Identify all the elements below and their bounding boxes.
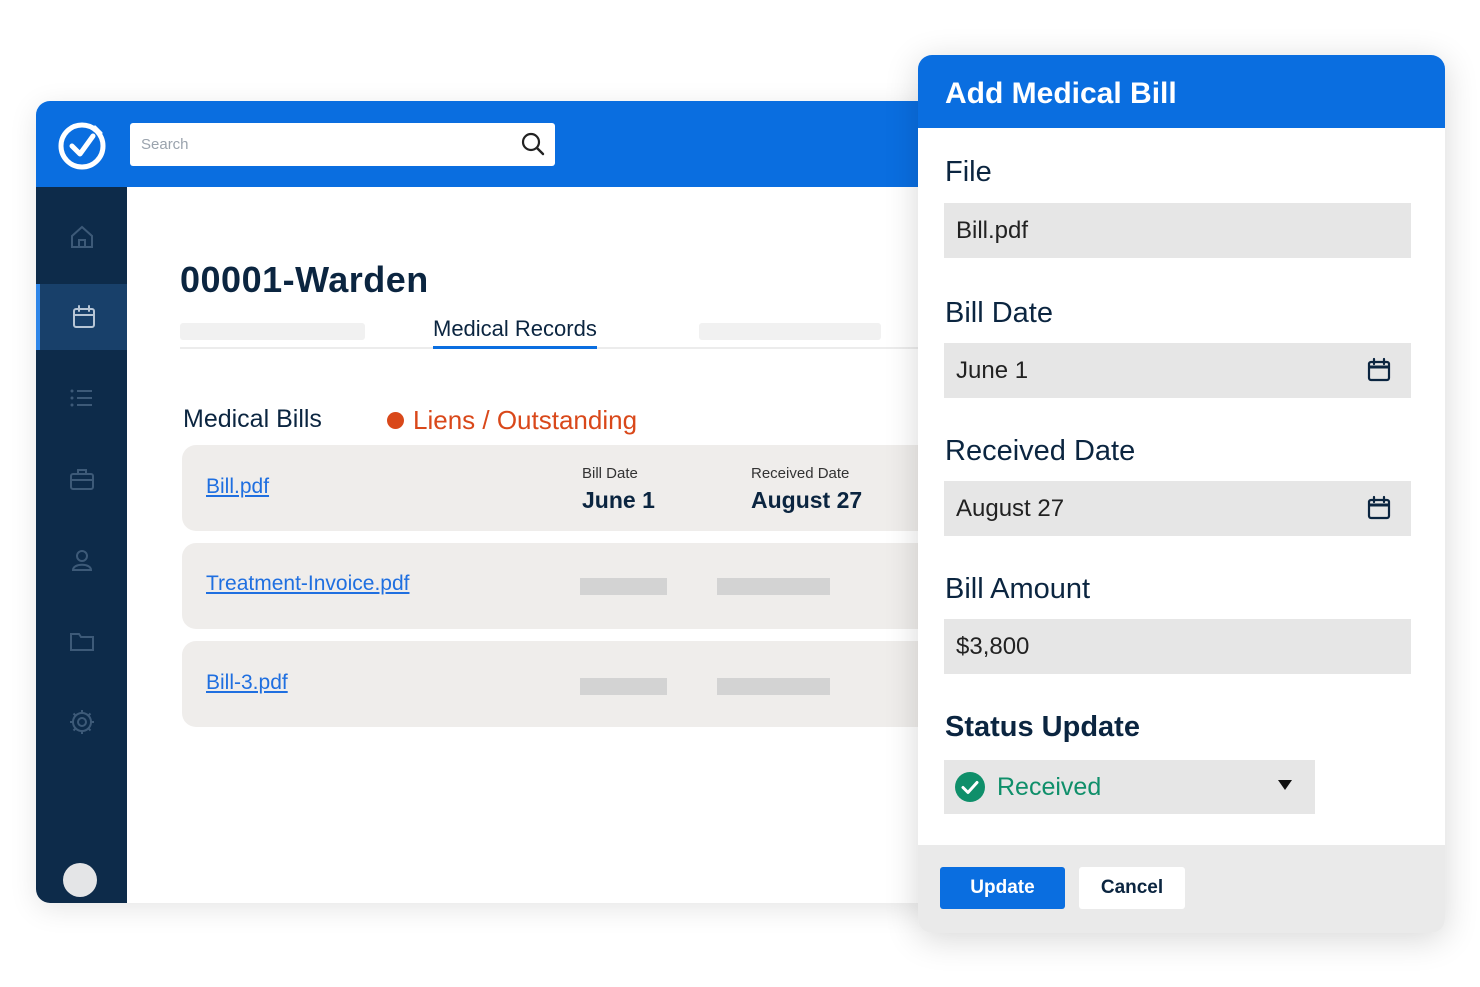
add-medical-bill-dialog: Add Medical Bill File Bill.pdf Bill Date… — [918, 55, 1445, 933]
file-link[interactable]: Bill.pdf — [206, 475, 269, 499]
status-select-value: Received — [997, 772, 1102, 801]
sidebar — [36, 187, 127, 903]
bill-amount-field[interactable]: $3,800 — [944, 619, 1411, 674]
section-label: Medical Bills — [183, 405, 322, 433]
top-bar — [36, 101, 936, 187]
search-icon[interactable] — [520, 131, 546, 157]
file-link[interactable]: Bill-3.pdf — [206, 671, 288, 695]
file-field[interactable]: Bill.pdf — [944, 203, 1411, 258]
bill-date-field[interactable]: June 1 — [944, 343, 1411, 398]
bill-amount-field-value: $3,800 — [956, 632, 1030, 660]
received-date-label: Received Date — [751, 465, 850, 482]
dialog-header: Add Medical Bill — [918, 55, 1445, 128]
bill-date-placeholder — [580, 578, 667, 595]
tab-placeholder[interactable] — [699, 323, 881, 340]
list-icon — [70, 389, 92, 407]
sidebar-item-user[interactable] — [36, 527, 127, 593]
home-icon — [70, 225, 93, 248]
status-select[interactable]: Received — [944, 760, 1315, 814]
received-date-placeholder — [717, 678, 830, 695]
file-field-value: Bill.pdf — [956, 216, 1029, 244]
bill-amount-label: Bill Amount — [945, 573, 1091, 605]
received-date-field-value: August 27 — [956, 494, 1065, 522]
sidebar-item-folder[interactable] — [36, 608, 127, 674]
folder-icon — [69, 633, 94, 651]
bill-date-placeholder — [580, 678, 667, 695]
user-icon — [71, 550, 92, 571]
checkmark-logo-icon[interactable] — [57, 121, 107, 171]
update-button[interactable]: Update — [940, 867, 1065, 909]
file-label: File — [945, 156, 992, 188]
received-date-field[interactable]: August 27 — [944, 481, 1411, 536]
search-box[interactable] — [130, 123, 555, 166]
table-row[interactable]: Bill.pdf Bill Date June 1 Received Date … — [182, 445, 936, 531]
status-filter-label: Liens / Outstanding — [413, 405, 638, 435]
dialog-footer: Update Cancel — [918, 845, 1445, 933]
received-date-label: Received Date — [945, 435, 1136, 467]
status-update-label: Status Update — [945, 711, 1140, 743]
bill-date-label: Bill Date — [945, 297, 1053, 329]
bill-date-label: Bill Date — [582, 465, 638, 482]
gear-icon — [69, 710, 94, 734]
file-link[interactable]: Treatment-Invoice.pdf — [206, 572, 409, 596]
status-dot-icon — [387, 412, 404, 429]
status-dot-gray[interactable] — [63, 863, 97, 897]
cancel-button[interactable]: Cancel — [1079, 867, 1185, 909]
tab-medical-records[interactable]: Medical Records — [433, 316, 597, 349]
tab-placeholder[interactable] — [180, 323, 365, 340]
table-row[interactable]: Bill-3.pdf — [182, 641, 936, 727]
bill-date-value: June 1 — [582, 487, 655, 513]
dialog-title: Add Medical Bill — [945, 77, 1177, 110]
sidebar-item-home[interactable] — [36, 204, 127, 270]
calendar-icon[interactable] — [1365, 494, 1393, 522]
sidebar-item-briefcase[interactable] — [36, 446, 127, 512]
caret-down-icon[interactable] — [1277, 779, 1293, 791]
page-title: 00001-Warden — [180, 259, 429, 300]
table-row[interactable]: Treatment-Invoice.pdf — [182, 543, 936, 629]
sidebar-item-settings[interactable] — [36, 689, 127, 755]
app-window: 00001-Warden Medical Records Medical Bil… — [36, 101, 936, 903]
search-input[interactable] — [130, 123, 500, 166]
calendar-icon[interactable] — [1365, 356, 1393, 384]
received-date-value: August 27 — [751, 487, 863, 513]
received-date-placeholder — [717, 578, 830, 595]
status-filter[interactable]: Liens / Outstanding — [387, 405, 637, 436]
sidebar-item-calendar[interactable] — [36, 284, 127, 350]
briefcase-icon — [69, 469, 94, 490]
main-content: 00001-Warden Medical Records Medical Bil… — [127, 187, 936, 903]
sidebar-item-list[interactable] — [36, 365, 127, 431]
bill-date-field-value: June 1 — [956, 356, 1029, 384]
check-circle-icon — [955, 772, 985, 802]
calendar-icon — [72, 305, 95, 328]
